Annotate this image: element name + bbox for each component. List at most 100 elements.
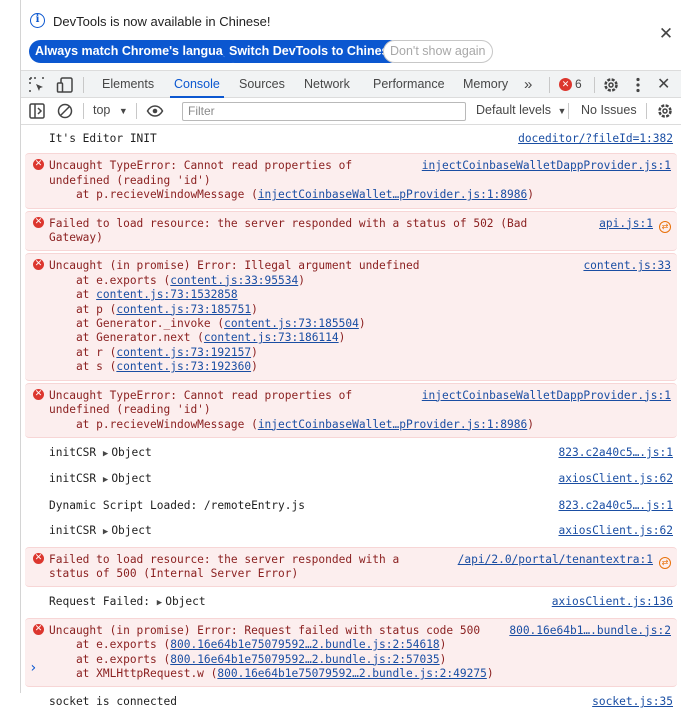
- object-preview[interactable]: Object: [111, 446, 151, 459]
- message-text: Failed to load resource: the server resp…: [49, 552, 400, 580]
- log-levels-label: Default levels: [476, 103, 552, 117]
- console-log-message: Dynamic Script Loaded: /remoteEntry.js 82…: [21, 493, 681, 518]
- error-icon: ✕: [33, 623, 44, 635]
- stack-frame-link[interactable]: content.js:73:192157: [116, 346, 251, 359]
- network-request-icon[interactable]: ⇄: [659, 556, 671, 569]
- chevron-down-icon: ▼: [557, 106, 567, 116]
- toolbar-divider: [594, 77, 595, 93]
- info-icon: i: [30, 13, 45, 28]
- network-request-icon[interactable]: ⇄: [659, 220, 671, 233]
- message-text: initCSR: [49, 524, 103, 538]
- console-prompt[interactable]: ›: [29, 660, 37, 676]
- toolbar-divider: [568, 103, 569, 119]
- expand-triangle-icon[interactable]: ▶: [103, 475, 108, 485]
- kebab-menu-icon[interactable]: [629, 76, 647, 94]
- error-icon: ✕: [33, 388, 44, 400]
- source-link[interactable]: api.js:1 ⇄: [599, 217, 671, 233]
- source-link[interactable]: doceditor/?fileId=1:382: [518, 132, 673, 146]
- stack-frame: at Generator.next (content.js:73:186114): [49, 331, 346, 345]
- source-link[interactable]: content.js:33: [583, 259, 671, 273]
- console-log-message: initCSR ▶ Object axiosClient.js:62: [21, 466, 681, 492]
- filter-input[interactable]: Filter: [182, 102, 466, 121]
- source-link[interactable]: axiosClient.js:62: [558, 472, 673, 486]
- message-text: Dynamic Script Loaded: /remoteEntry.js: [49, 498, 305, 512]
- toolbar-divider: [646, 103, 647, 119]
- stack-frame-link[interactable]: content.js:73:186114: [204, 331, 339, 344]
- stack-frame-link[interactable]: content.js:73:192360: [116, 360, 251, 373]
- log-levels-dropdown[interactable]: Default levels ▼: [476, 103, 566, 117]
- source-link[interactable]: /api/2.0/portal/tenantextra:1 ⇄: [458, 553, 671, 569]
- console-error-message: ✕ Failed to load resource: the server res…: [25, 210, 677, 252]
- expand-triangle-icon[interactable]: ▶: [157, 598, 162, 608]
- dont-show-again-button[interactable]: Don't show again: [383, 40, 493, 63]
- context-selector[interactable]: top ▼: [93, 103, 128, 117]
- source-link[interactable]: injectCoinbaseWalletDappProvider.js:1: [422, 159, 671, 173]
- console-error-message: ✕ Uncaught (in promise) Error: Request fa…: [25, 617, 677, 688]
- error-icon[interactable]: ✕: [559, 78, 572, 91]
- console-log-message: initCSR ▶ Object 823.c2a40c5….js:1: [21, 440, 681, 466]
- message-text: initCSR: [49, 472, 103, 486]
- source-link[interactable]: 823.c2a40c5….js:1: [558, 446, 673, 460]
- toolbar-divider: [549, 77, 550, 93]
- message-text: initCSR: [49, 445, 103, 459]
- tab-elements[interactable]: Elements: [102, 71, 154, 98]
- clear-console-icon[interactable]: [56, 102, 74, 120]
- source-link[interactable]: injectCoinbaseWalletDappProvider.js:1: [422, 389, 671, 403]
- stack-frame: at content.js:73:1532858: [49, 288, 238, 302]
- tab-console[interactable]: Console: [170, 71, 224, 98]
- stack-frame: at e.exports (800.16e64b1e75079592…2.bun…: [49, 652, 447, 666]
- close-devtools-icon[interactable]: ✕: [657, 71, 670, 98]
- stack-frame-link[interactable]: injectCoinbaseWallet…pProvider.js:1:8986: [258, 418, 527, 431]
- message-text: Request Failed:: [49, 595, 157, 609]
- tab-performance[interactable]: Performance: [373, 71, 445, 98]
- source-link[interactable]: 823.c2a40c5….js:1: [558, 499, 673, 513]
- stack-frame-link[interactable]: content.js:33:95534: [170, 274, 298, 287]
- source-link[interactable]: axiosClient.js:62: [558, 524, 673, 538]
- more-tabs-chevron-icon[interactable]: »: [524, 71, 532, 98]
- expand-triangle-icon[interactable]: ▶: [103, 449, 108, 459]
- tab-network[interactable]: Network: [304, 71, 350, 98]
- stack-frame-link[interactable]: 800.16e64b1e75079592…2.bundle.js:2:57035: [170, 653, 439, 666]
- stack-frame: at r (content.js:73:192157): [49, 345, 258, 359]
- console-error-message: ✕ Uncaught TypeError: Cannot read propert…: [25, 153, 677, 209]
- expand-triangle-icon[interactable]: ▶: [103, 527, 108, 537]
- sidebar-toggle-icon[interactable]: [28, 102, 46, 120]
- stack-frame-link[interactable]: injectCoinbaseWallet…pProvider.js:1:8986: [258, 188, 527, 201]
- object-preview[interactable]: Object: [165, 595, 205, 608]
- stack-frame-link[interactable]: content.js:73:185504: [224, 317, 359, 330]
- stack-frame: at p (content.js:73:185751): [49, 302, 258, 316]
- object-preview[interactable]: Object: [111, 472, 151, 485]
- message-text: It's Editor INIT: [49, 132, 157, 145]
- switch-to-chinese-button[interactable]: Switch DevTools to Chinese: [223, 40, 402, 63]
- always-match-language-button[interactable]: Always match Chrome's language: [29, 40, 244, 63]
- issues-link[interactable]: No Issues: [581, 103, 637, 117]
- console-log-message: initCSR ▶ Object axiosClient.js:62: [21, 518, 681, 544]
- gear-icon[interactable]: [602, 76, 620, 94]
- stack-frame: at e.exports (800.16e64b1e75079592…2.bun…: [49, 638, 447, 652]
- source-link[interactable]: socket.js:35: [592, 695, 673, 709]
- stack-frame-link[interactable]: 800.16e64b1e75079592…2.bundle.js:2:54618: [170, 638, 439, 651]
- stack-frame-link[interactable]: content.js:73:185751: [116, 303, 251, 316]
- object-preview[interactable]: Object: [111, 524, 151, 537]
- message-text: Uncaught (in promise) Error: Illegal arg…: [49, 259, 420, 273]
- inspect-element-icon[interactable]: [28, 76, 46, 94]
- stack-frame: at p.recieveWindowMessage (injectCoinbas…: [49, 188, 534, 202]
- language-infobar: i DevTools is now available in Chinese! …: [21, 0, 681, 68]
- stack-frame-link[interactable]: 800.16e64b1e75079592…2.bundle.js:2:49275: [217, 667, 486, 680]
- error-icon: ✕: [33, 216, 44, 228]
- tab-memory[interactable]: Memory: [463, 71, 508, 98]
- source-link[interactable]: axiosClient.js:136: [552, 595, 673, 609]
- stack-frame: at p.recieveWindowMessage (injectCoinbas…: [49, 417, 534, 431]
- message-text: Uncaught TypeError: Cannot read properti…: [49, 388, 353, 417]
- close-icon[interactable]: ✕: [658, 25, 674, 42]
- stack-frame-link[interactable]: content.js:73:1532858: [96, 288, 237, 301]
- message-text: Uncaught TypeError: Cannot read properti…: [49, 159, 353, 187]
- stack-frame: at XMLHttpRequest.w (800.16e64b1e7507959…: [49, 666, 494, 680]
- console-settings-gear-icon[interactable]: [656, 102, 674, 120]
- source-link[interactable]: 800.16e64b1….bundle.js:2: [509, 624, 671, 638]
- context-label: top: [93, 103, 111, 117]
- device-toolbar-icon[interactable]: [56, 76, 74, 94]
- error-count[interactable]: 6: [575, 77, 582, 91]
- eye-icon[interactable]: [146, 102, 164, 120]
- tab-sources[interactable]: Sources: [239, 71, 285, 98]
